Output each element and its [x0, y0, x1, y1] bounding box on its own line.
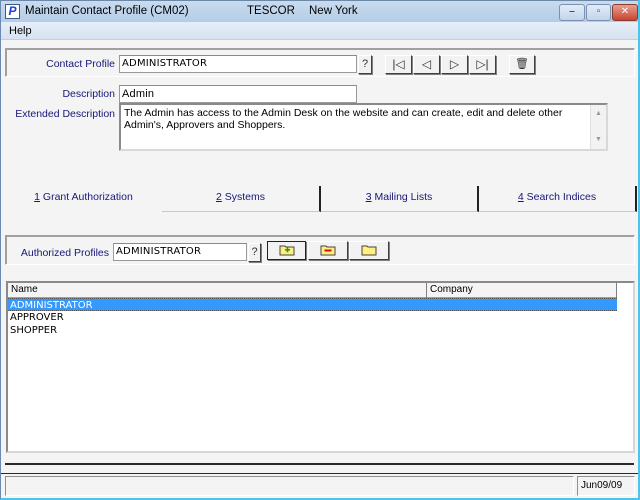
tab-mailing-lists[interactable]: 3 Mailing Lists — [321, 186, 479, 212]
trash-icon: 🗑 — [515, 58, 529, 70]
tab-systems[interactable]: 2 Systems — [162, 186, 321, 212]
title-bar: P Maintain Contact Profile (CM02) TESCOR… — [1, 0, 638, 22]
last-icon: ▷| — [476, 57, 489, 71]
last-record-button[interactable]: ▷| — [469, 55, 496, 74]
previous-icon: ◁ — [421, 57, 432, 71]
contact-profile-lookup-button[interactable]: ? — [358, 55, 372, 74]
folder-icon — [361, 245, 377, 256]
description-input[interactable]: Admin — [119, 85, 357, 103]
next-record-button[interactable]: ▷ — [441, 55, 468, 74]
list-row[interactable]: SHOPPER — [8, 324, 617, 337]
extended-description-text: The Admin has access to the Admin Desk o… — [124, 107, 563, 131]
close-icon: ✕ — [620, 6, 630, 17]
application-window: P Maintain Contact Profile (CM02) TESCOR… — [0, 0, 640, 500]
status-message — [5, 476, 574, 496]
authorized-profiles-label: Authorized Profiles — [20, 247, 109, 259]
column-header-name[interactable]: Name — [8, 283, 427, 298]
tab-search-indices[interactable]: 4 Search Indices — [479, 186, 637, 212]
extended-description-label: Extended Description — [15, 108, 115, 120]
column-header-company[interactable]: Company — [427, 283, 617, 298]
scroll-down-icon[interactable]: ▼ — [591, 134, 606, 146]
status-date: Jun09/09 — [577, 476, 635, 496]
authorized-profiles-input[interactable]: ADMINISTRATOR — [113, 243, 247, 261]
menu-help[interactable]: Help — [9, 25, 32, 37]
folder-remove-icon — [320, 245, 336, 256]
open-profile-button[interactable] — [349, 241, 389, 260]
tab-grant-authorization[interactable]: 1 Grant Authorization — [5, 186, 162, 212]
folder-add-icon — [279, 245, 294, 256]
authorized-profiles-list[interactable]: Name Company ADMINISTRATOR APPROVER SHOP… — [6, 281, 635, 453]
list-header: Name Company — [8, 283, 617, 298]
next-icon: ▷ — [449, 57, 460, 71]
remove-profile-button[interactable] — [308, 241, 348, 260]
list-row[interactable]: APPROVER — [8, 311, 617, 324]
first-record-button[interactable]: |◁ — [385, 55, 412, 74]
contact-profile-label: Contact Profile — [46, 58, 115, 70]
minimize-button[interactable]: – — [559, 4, 585, 21]
first-icon: |◁ — [392, 57, 405, 71]
separator — [1, 473, 638, 474]
add-profile-button[interactable] — [267, 241, 306, 260]
maximize-button[interactable]: ▫ — [586, 4, 611, 21]
previous-record-button[interactable]: ◁ — [413, 55, 440, 74]
scroll-up-icon[interactable]: ▲ — [591, 108, 606, 120]
separator — [5, 463, 634, 465]
maximize-icon: ▫ — [596, 6, 601, 17]
close-button[interactable]: ✕ — [612, 4, 638, 21]
extended-description-scrollbar[interactable]: ▲ ▼ — [590, 105, 606, 149]
location-name: New York — [309, 5, 358, 17]
app-icon: P — [5, 4, 20, 19]
delete-button[interactable]: 🗑 — [509, 55, 535, 74]
contact-profile-input[interactable]: ADMINISTRATOR — [119, 55, 357, 73]
minimize-icon: – — [569, 6, 575, 17]
window-title: Maintain Contact Profile (CM02) — [25, 5, 189, 17]
menu-bar: Help — [1, 22, 638, 40]
description-label: Description — [62, 88, 115, 100]
extended-description-textarea[interactable]: The Admin has access to the Admin Desk o… — [119, 103, 608, 151]
authorized-profiles-lookup-button[interactable]: ? — [248, 243, 261, 262]
list-row[interactable]: ADMINISTRATOR — [8, 298, 617, 311]
company-name: TESCOR — [247, 5, 295, 17]
